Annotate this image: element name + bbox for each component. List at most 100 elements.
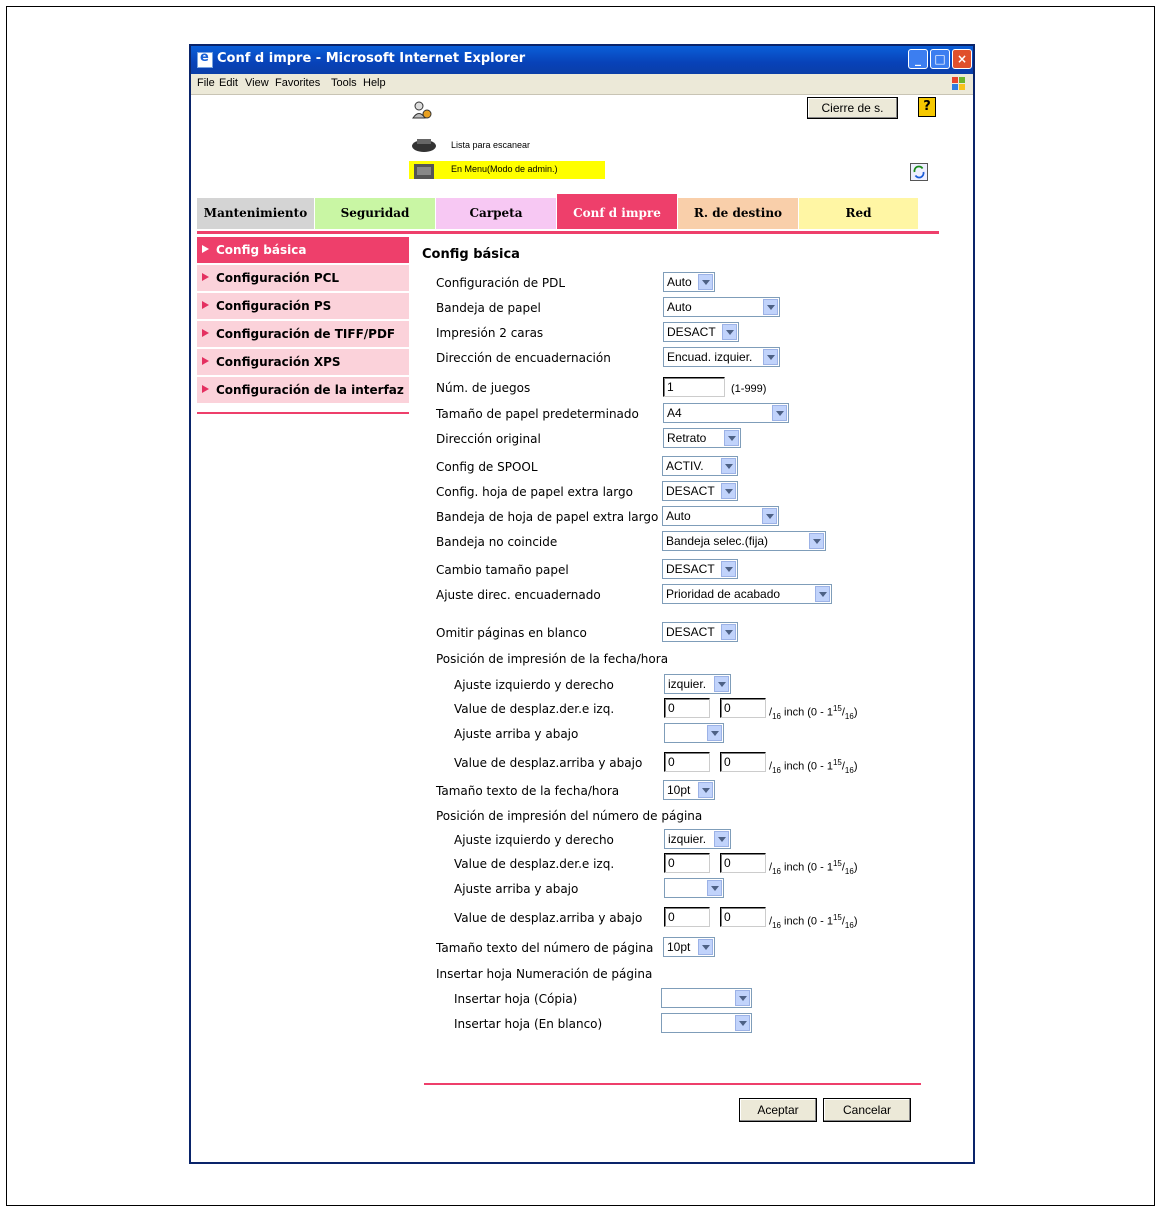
paper-size-change-select[interactable]: DESACT (662, 559, 738, 579)
date-tb-select[interactable] (664, 723, 724, 743)
admin-user-icon (412, 101, 432, 119)
copies-value: 1 (667, 380, 674, 394)
accept-button[interactable]: Aceptar (739, 1098, 817, 1122)
page-tb-shift-input-2[interactable]: 0 (720, 907, 766, 927)
page-lr-shift-input-1[interactable]: 0 (664, 853, 710, 873)
paper-tray-select[interactable]: Auto (663, 297, 780, 317)
refresh-icon[interactable] (910, 163, 928, 181)
long-paper-tray-select[interactable]: Auto (662, 506, 779, 526)
binding-dir-value: Encuad. izquier. (667, 350, 753, 364)
ie-icon (197, 50, 213, 68)
tab-red[interactable]: Red (799, 198, 918, 229)
minimize-button[interactable]: _ (908, 49, 928, 69)
page-tb-select[interactable] (664, 878, 724, 898)
insert-copy-select[interactable] (661, 988, 752, 1008)
page-lr-label: Ajuste izquierdo y derecho (454, 833, 614, 847)
date-lr-shift-input-2[interactable]: 0 (720, 698, 766, 718)
row-orientation: Dirección original Retrato (191, 428, 973, 452)
page-lr-select[interactable]: izquier. (664, 829, 731, 849)
long-paper-select[interactable]: DESACT (662, 481, 738, 501)
unit-text: inch (0 - 1 (780, 861, 833, 874)
duplex-value: DESACT (667, 325, 716, 339)
unit-denominator: 16 (772, 866, 781, 876)
row-binding-dir: Dirección de encuadernación Encuad. izqu… (191, 347, 973, 371)
insert-copy-label: Insertar hoja (Cópia) (454, 992, 578, 1006)
binding-dir-select[interactable]: Encuad. izquier. (663, 347, 780, 367)
date-font-value: 10pt (667, 783, 691, 797)
menu-favorites[interactable]: Favorites (275, 77, 320, 89)
unit-sup: 15 (832, 859, 842, 868)
row-binding-adjust: Ajuste direc. encuadernado Prioridad de … (191, 584, 973, 608)
menu-help[interactable]: Help (363, 77, 386, 89)
row-page-lr-shift: Value de desplaz.der.e izq. 0 0 /16 inch… (191, 853, 973, 877)
chevron-down-icon (721, 458, 736, 474)
menu-view[interactable]: View (245, 77, 269, 89)
insert-heading: Insertar hoja Numeración de página (436, 967, 653, 981)
tab-destino[interactable]: R. de destino (678, 198, 798, 229)
cancel-button[interactable]: Cancelar (823, 1098, 911, 1122)
date-lr-label: Ajuste izquierdo y derecho (454, 678, 614, 692)
help-button[interactable]: ? (918, 97, 936, 117)
tab-seguridad[interactable]: Seguridad (315, 198, 435, 229)
row-date-tb: Ajuste arriba y abajo (191, 723, 973, 747)
date-lr-shift-input-1[interactable]: 0 (664, 698, 710, 718)
date-font-select[interactable]: 10pt (663, 780, 715, 800)
paper-size-value: A4 (667, 406, 682, 420)
sidebar-item-config-basica[interactable]: Config básica (197, 237, 409, 263)
duplex-select[interactable]: DESACT (663, 322, 739, 342)
unit-hint: /16 inch (0 - 115/16) (769, 913, 858, 930)
title-bar: Conf d impre - Microsoft Internet Explor… (191, 46, 973, 74)
page-font-value: 10pt (667, 940, 691, 954)
page-font-select[interactable]: 10pt (663, 937, 715, 957)
row-date-lr-shift: Value de desplaz.der.e izq. 0 0 /16 inch… (191, 698, 973, 722)
close-button[interactable]: × (952, 49, 972, 69)
chevron-down-icon (698, 939, 713, 955)
date-tb-shift-input-2[interactable]: 0 (720, 752, 766, 772)
page-position-heading: Posición de impresión del número de pági… (436, 809, 703, 823)
pdl-select[interactable]: Auto (663, 272, 715, 292)
date-tb-shift-input-1[interactable]: 0 (664, 752, 710, 772)
paper-size-select[interactable]: A4 (663, 403, 789, 423)
unit-sup: 15 (832, 704, 842, 713)
page-tb-label: Ajuste arriba y abajo (454, 882, 579, 896)
unit-sub: 16 (844, 765, 854, 775)
paper-tray-value: Auto (667, 300, 692, 314)
tab-carpeta[interactable]: Carpeta (436, 198, 556, 229)
row-page-lr: Ajuste izquierdo y derecho izquier. (191, 829, 973, 853)
date-font-label: Tamaño texto de la fecha/hora (436, 784, 620, 798)
menu-file[interactable]: File (197, 77, 215, 89)
spool-select[interactable]: ACTIV. (662, 456, 738, 476)
date-lr-shift-label: Value de desplaz.der.e izq. (454, 702, 615, 716)
menu-bar: File Edit View Favorites Tools Help (191, 74, 973, 95)
insert-blank-select[interactable] (661, 1013, 752, 1033)
date-lr-select[interactable]: izquier. (664, 674, 731, 694)
tab-mantenimiento[interactable]: Mantenimiento (197, 198, 314, 229)
binding-adjust-select[interactable]: Prioridad de acabado (662, 584, 832, 604)
page-tb-shift-input-1[interactable]: 0 (664, 907, 710, 927)
chevron-down-icon (707, 880, 722, 896)
row-paper-size-change: Cambio tamaño papel DESACT (191, 559, 973, 583)
logout-button[interactable]: Cierre de s. (807, 97, 898, 119)
row-skip-blank: Omitir páginas en blanco DESACT (191, 622, 973, 646)
chevron-down-icon (714, 831, 729, 847)
page-lr-shift-input-2[interactable]: 0 (720, 853, 766, 873)
row-paper-size: Tamaño de papel predeterminado A4 (191, 403, 973, 427)
tray-mismatch-select[interactable]: Bandeja selec.(fija) (662, 531, 826, 551)
orientation-select[interactable]: Retrato (663, 428, 741, 448)
menu-tools[interactable]: Tools (331, 77, 357, 89)
copies-input[interactable]: 1 (663, 377, 725, 397)
unit-text: inch (0 - 1 (780, 915, 833, 928)
long-paper-label: Config. hoja de papel extra largo (436, 485, 633, 499)
tab-conf-impre[interactable]: Conf d impre (557, 194, 677, 229)
device-icon (414, 164, 434, 179)
scan-status-text: Lista para escanear (451, 140, 531, 150)
row-date-lr: Ajuste izquierdo y derecho izquier. (191, 674, 973, 698)
unit-denominator: 16 (772, 711, 781, 721)
page-tb-shift-value-1: 0 (668, 910, 675, 924)
menu-edit[interactable]: Edit (219, 77, 238, 89)
skip-blank-select[interactable]: DESACT (662, 622, 738, 642)
page-content: Cierre de s. ? Lista para escanear En Me… (191, 95, 973, 1162)
maximize-button[interactable]: □ (930, 49, 950, 69)
window-title: Conf d impre - Microsoft Internet Explor… (217, 51, 526, 66)
unit-close: ) (853, 915, 858, 928)
